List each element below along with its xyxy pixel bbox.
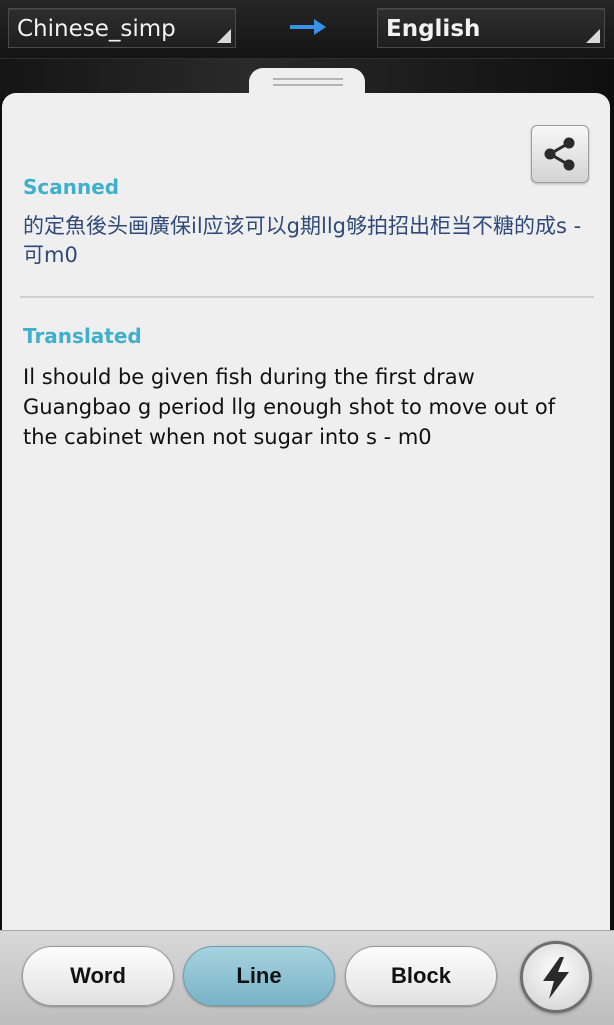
target-language-select[interactable]: English bbox=[377, 8, 605, 48]
line-mode-button[interactable]: Line bbox=[183, 946, 335, 1006]
share-icon bbox=[544, 137, 575, 171]
arrow-right-icon bbox=[290, 19, 326, 35]
word-mode-button[interactable]: Word bbox=[22, 946, 174, 1006]
translated-text[interactable]: Il should be given fish during the first… bbox=[23, 362, 588, 452]
dropdown-triangle-icon bbox=[586, 29, 600, 43]
scanned-text[interactable]: 的定魚後头画廣保il应该可以g期llg够拍招出柜当不糖的成s -可m0 bbox=[23, 212, 598, 270]
share-button[interactable] bbox=[531, 125, 589, 183]
block-mode-button[interactable]: Block bbox=[345, 946, 497, 1006]
source-language-select[interactable]: Chinese_simp bbox=[8, 8, 236, 48]
grip-line bbox=[273, 84, 343, 86]
translated-label: Translated bbox=[23, 324, 142, 348]
flash-icon bbox=[543, 957, 569, 999]
scanned-label: Scanned bbox=[23, 175, 120, 199]
divider bbox=[20, 296, 594, 298]
dropdown-triangle-icon bbox=[217, 29, 231, 43]
language-bar: Chinese_simp English bbox=[0, 0, 614, 59]
grip-line bbox=[273, 78, 343, 80]
flash-button[interactable] bbox=[520, 941, 592, 1013]
source-language-label: Chinese_simp bbox=[17, 16, 176, 42]
target-language-label: English bbox=[386, 16, 481, 42]
